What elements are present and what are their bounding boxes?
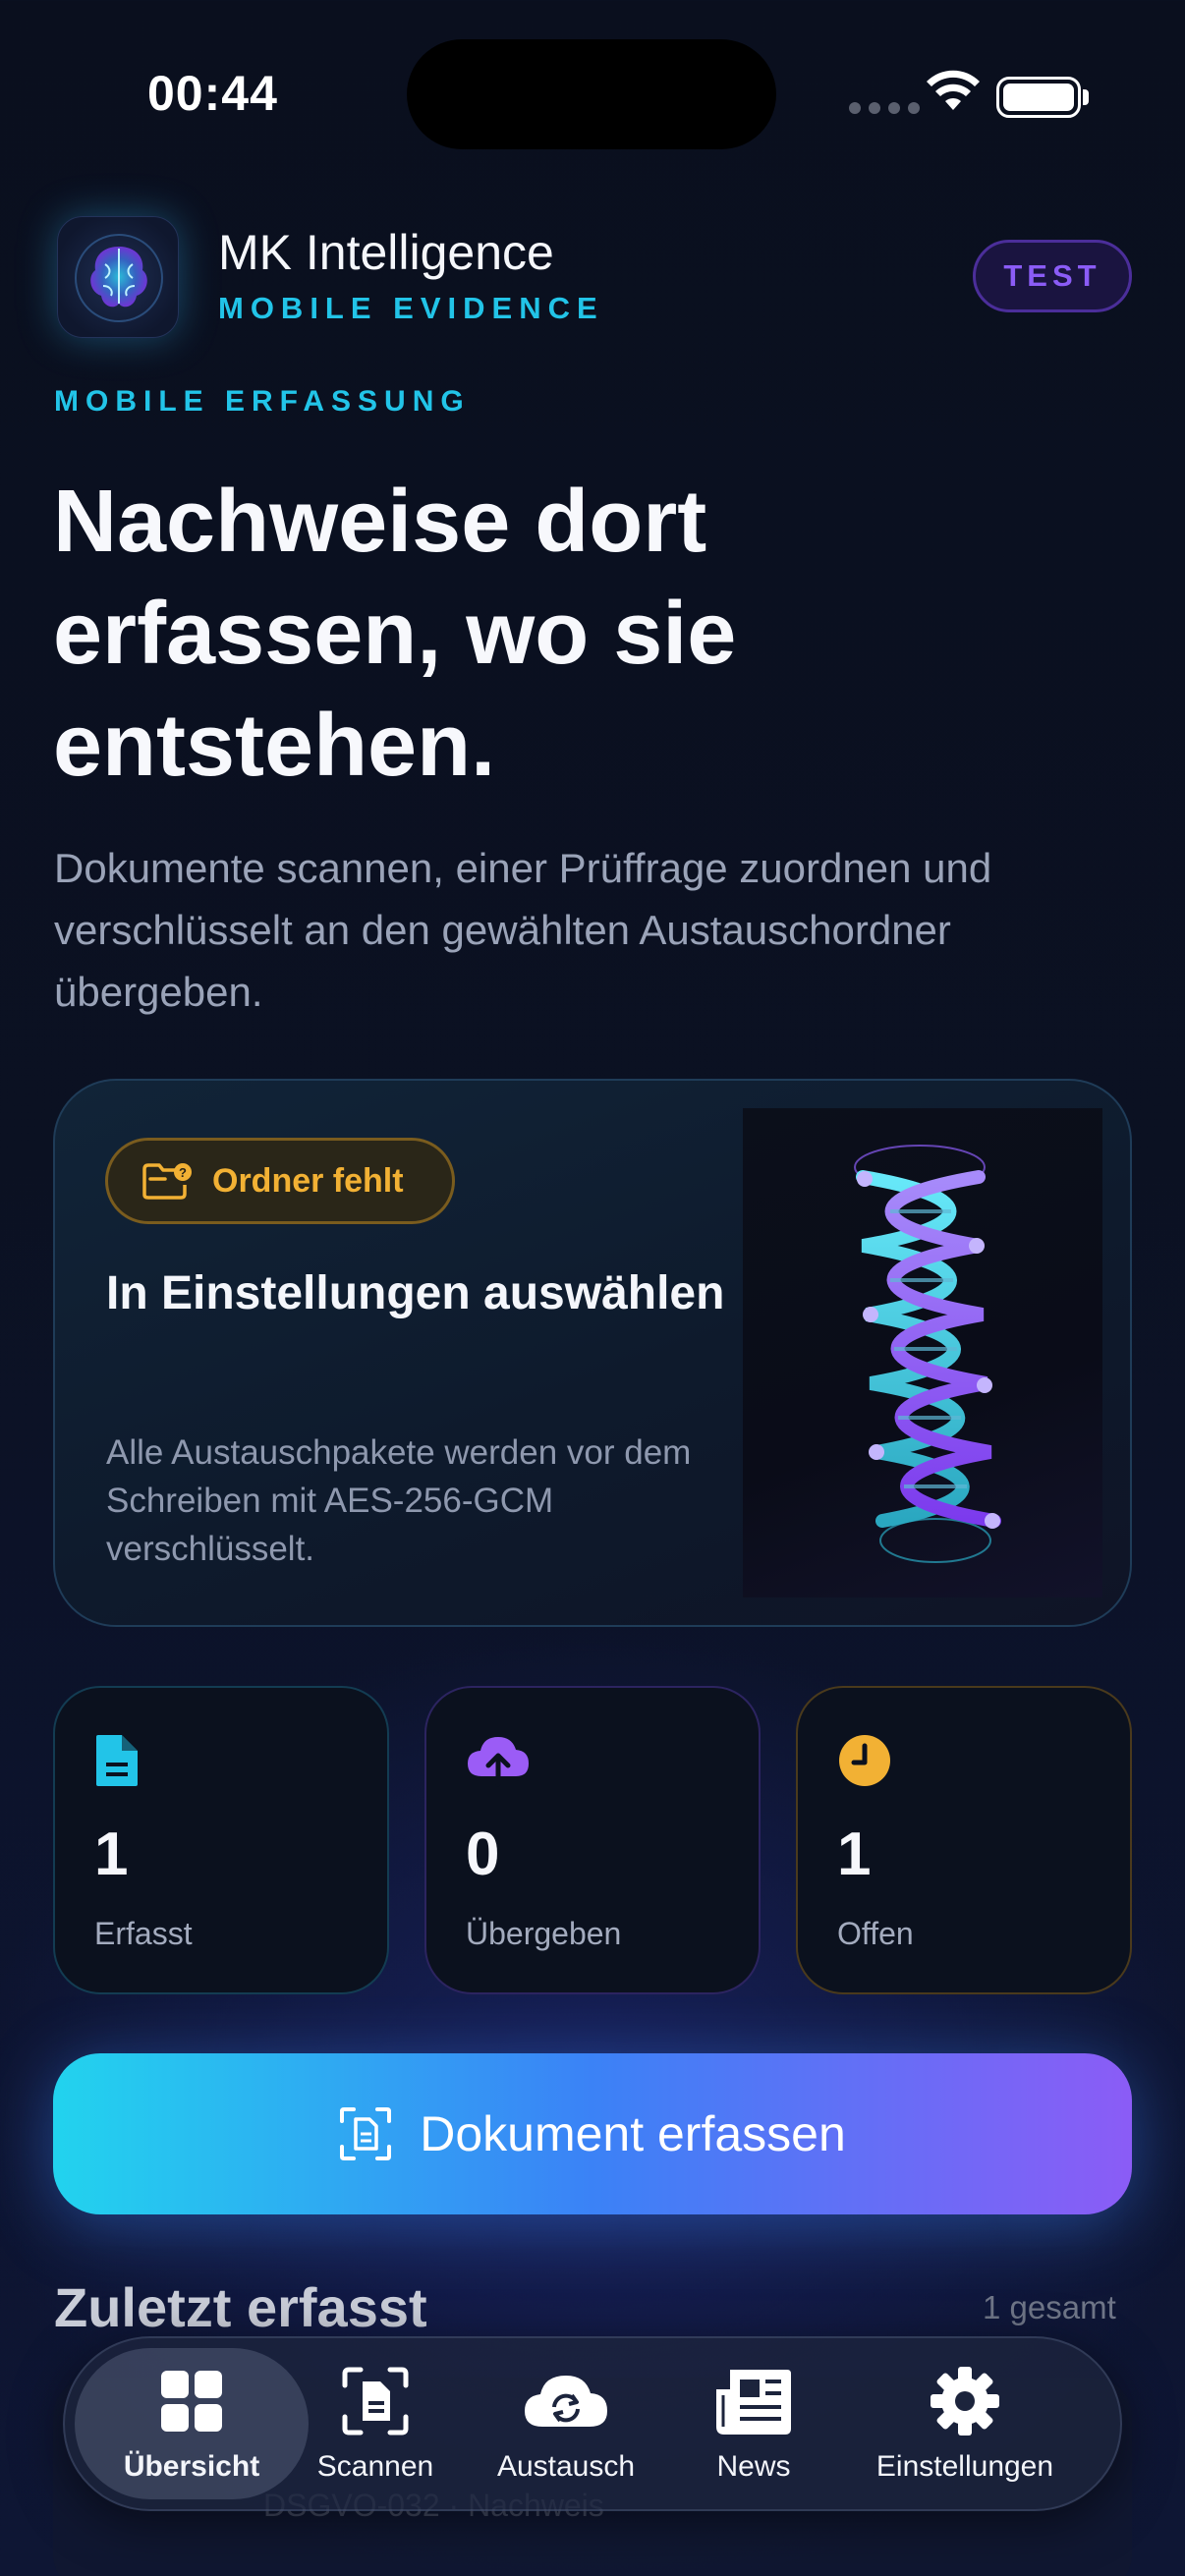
- scan-document-icon: [340, 2107, 392, 2160]
- stat-value: 0: [466, 1820, 500, 1888]
- clock-icon: [839, 1735, 890, 1786]
- dynamic-island: [407, 39, 776, 149]
- stat-card-captured[interactable]: 1 Erfasst: [53, 1686, 389, 1994]
- status-time: 00:44: [147, 66, 278, 121]
- recent-section-title: Zuletzt erfasst: [54, 2276, 427, 2338]
- folder-card-text: Alle Austauschpakete werden vor dem Schr…: [106, 1433, 692, 1568]
- cloud-sync-icon: [525, 2376, 607, 2427]
- tab-label: News: [716, 2450, 791, 2483]
- brand-subtitle: MOBILE EVIDENCE: [218, 291, 604, 325]
- tab-news[interactable]: News: [646, 2362, 862, 2484]
- document-icon: [96, 1735, 138, 1786]
- tab-label: Einstellungen: [875, 2450, 1054, 2483]
- stat-card-transferred[interactable]: 0 Übergeben: [424, 1686, 761, 1994]
- cloud-upload-icon: [468, 1737, 529, 1787]
- battery-tip: [1083, 89, 1089, 105]
- tab-scan[interactable]: Scannen: [267, 2362, 483, 2484]
- folder-card-title: In Einstellungen auswählen: [106, 1267, 725, 1319]
- stat-label: Offen: [837, 1916, 914, 1951]
- tab-settings[interactable]: Einstellungen: [857, 2362, 1073, 2484]
- environment-badge: TEST: [973, 240, 1132, 312]
- stat-label: Übergeben: [466, 1916, 622, 1951]
- stat-value: 1: [837, 1820, 872, 1888]
- grid-icon: [161, 2371, 222, 2432]
- folder-missing-chip: ? Ordner fehlt: [105, 1138, 455, 1224]
- hero-lead: Dokumente scannen, einer Prüffrage zuord…: [54, 845, 992, 1015]
- dna-helix-illustration: [743, 1108, 1102, 1597]
- hero-eyebrow: MOBILE ERFASSUNG: [54, 385, 471, 418]
- svg-text:?: ?: [179, 1165, 187, 1180]
- recent-count: 1 gesamt: [983, 2289, 1116, 2325]
- newspaper-icon: [716, 2370, 791, 2435]
- stat-label: Erfasst: [94, 1916, 193, 1951]
- brain-logo-icon: [57, 216, 179, 338]
- scan-document-icon: [342, 2367, 409, 2436]
- capture-document-label: Dokument erfassen: [420, 2106, 846, 2161]
- stat-value: 1: [94, 1820, 129, 1888]
- folder-question-icon: ?: [142, 1163, 192, 1200]
- brand-title: MK Intelligence: [218, 225, 554, 280]
- folder-missing-label: Ordner fehlt: [212, 1161, 404, 1200]
- battery-icon: [996, 77, 1081, 118]
- tab-label: Austausch: [496, 2450, 636, 2483]
- tab-label: Scannen: [316, 2450, 434, 2483]
- wifi-icon: [927, 70, 980, 110]
- capture-document-button[interactable]: Dokument erfassen: [53, 2053, 1132, 2214]
- stat-card-open[interactable]: 1 Offen: [796, 1686, 1132, 1994]
- hero-headline: Nachweise dort erfassen, wo sie entstehe…: [53, 473, 737, 795]
- tab-label: Übersicht: [123, 2450, 260, 2483]
- cellular-signal-icon: [849, 102, 920, 114]
- tab-exchange[interactable]: Austausch: [458, 2362, 674, 2484]
- gear-icon: [931, 2367, 999, 2436]
